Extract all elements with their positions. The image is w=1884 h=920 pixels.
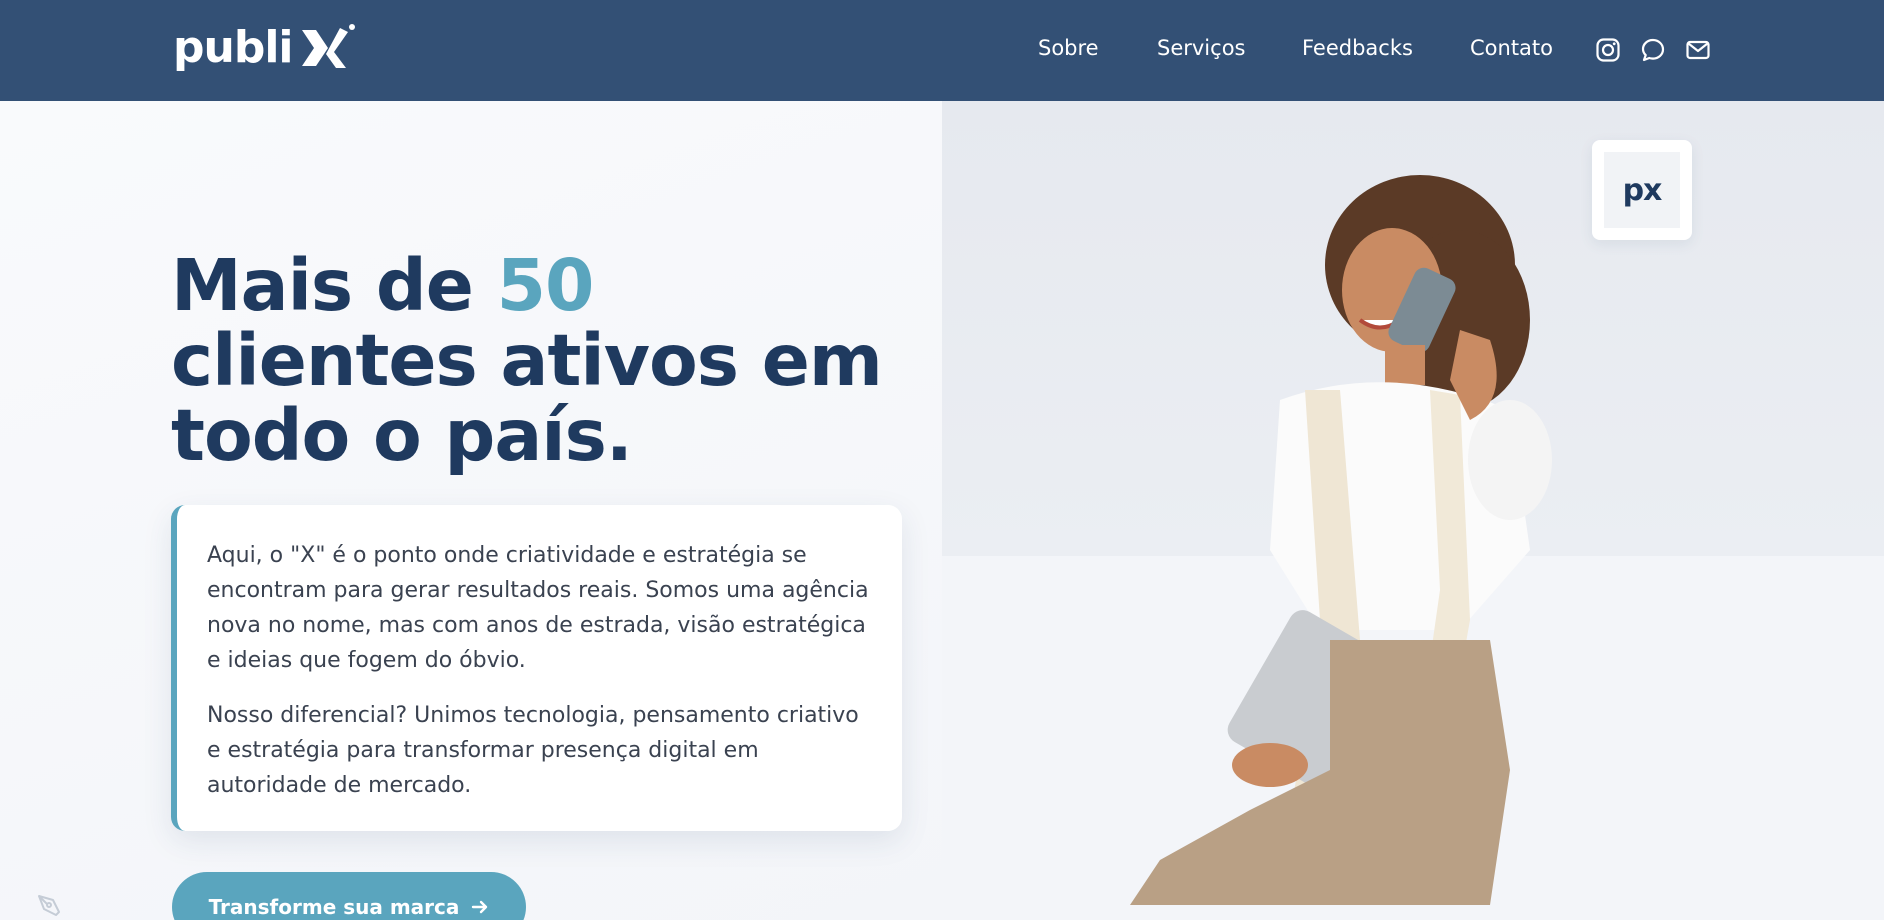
- instagram-icon[interactable]: [1595, 37, 1621, 63]
- arrow-right-icon: [472, 900, 488, 914]
- nav-link-servicos[interactable]: Serviços: [1157, 36, 1245, 60]
- pen-tool-icon[interactable]: [36, 892, 66, 918]
- headline-line2: clientes ativos em: [171, 319, 883, 402]
- px-badge: px: [1592, 140, 1692, 240]
- intro-paragraph-1: Aqui, o "X" é o ponto onde criatividade …: [207, 543, 869, 673]
- nav-link-feedbacks[interactable]: Feedbacks: [1302, 36, 1413, 60]
- px-badge-inner: px: [1604, 152, 1680, 228]
- intro-paragraph-2: Nosso diferencial? Unimos tecnologia, pe…: [207, 703, 859, 798]
- px-badge-logo: px: [1622, 172, 1663, 208]
- logo-text: publi: [173, 22, 293, 73]
- logo-x-mark: [302, 24, 356, 68]
- cta-label: Transforme sua marca: [208, 895, 460, 919]
- social-icons: [1595, 37, 1711, 63]
- chat-icon[interactable]: [1640, 37, 1666, 63]
- transform-brand-button[interactable]: Transforme sua marca: [172, 872, 526, 920]
- logo[interactable]: publi: [173, 22, 356, 74]
- site-header: publi Sobre Serviços Feedbacks Contato: [0, 0, 1884, 101]
- nav-link-contato[interactable]: Contato: [1470, 36, 1553, 60]
- nav-link-sobre[interactable]: Sobre: [1038, 36, 1099, 60]
- hero-headline: Mais de 50 clientes ativos em todo o paí…: [171, 248, 931, 473]
- headline-part1: Mais de: [171, 244, 497, 327]
- headline-line3: todo o país.: [171, 394, 633, 477]
- woman-with-phone-image: [1130, 175, 1552, 905]
- headline-accent-number: 50: [496, 244, 595, 327]
- mail-icon[interactable]: [1685, 37, 1711, 63]
- intro-card: Aqui, o "X" é o ponto onde criatividade …: [171, 505, 902, 831]
